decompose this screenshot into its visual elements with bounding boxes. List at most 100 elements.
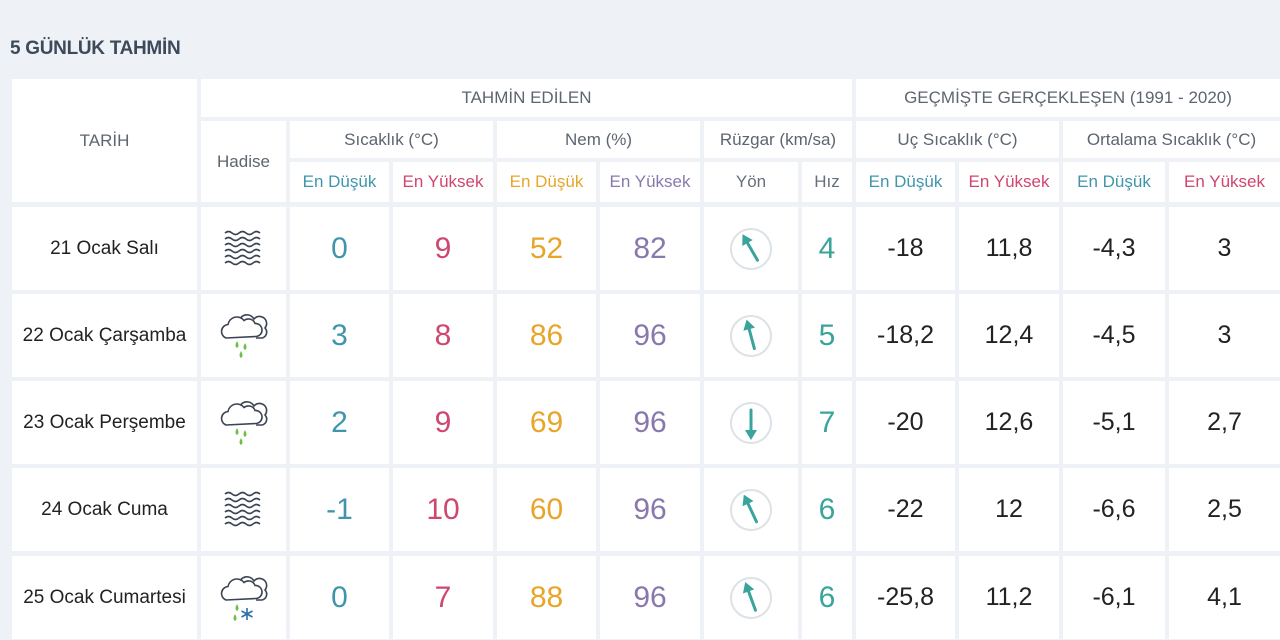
wind-direction-icon [730, 488, 772, 531]
humidity-min-cell: 69 [497, 381, 596, 464]
temp-min-cell: -1 [290, 468, 389, 551]
avg-min-value: -4,5 [1092, 321, 1136, 349]
wind-direction-icon [730, 314, 772, 357]
avg-max-value: 4,1 [1207, 583, 1242, 611]
temp-max-cell: 7 [393, 556, 493, 639]
header-ruzgar-label: Rüzgar (km/sa) [719, 129, 837, 149]
header-tarih-label: TARİH [79, 130, 130, 150]
temp-max-cell: 9 [393, 207, 493, 290]
extreme-min-cell: -22 [856, 468, 955, 551]
extreme-max-value: 11,8 [985, 234, 1033, 262]
temp-max-cell: 9 [393, 381, 493, 464]
humidity-max-cell: 96 [600, 294, 700, 377]
date-cell: 22 Ocak Çarşamba [12, 294, 197, 377]
sub-label: Hız [814, 172, 840, 191]
wind-speed-value: 6 [818, 580, 836, 614]
header-nem-en-dusuk: En Düşük [497, 162, 596, 202]
hadise-cell [201, 294, 286, 377]
date-cell: 21 Ocak Salı [12, 207, 197, 290]
header-ort-en-dusuk: En Düşük [1063, 162, 1165, 202]
humidity-min-cell: 88 [497, 556, 596, 639]
temp-max-value: 10 [426, 492, 460, 526]
header-sicaklik-en-yuksek: En Yüksek [393, 162, 493, 202]
temp-min-value: 3 [331, 318, 348, 352]
avg-min-value: -5,1 [1092, 408, 1136, 436]
fog-icon [223, 230, 261, 265]
wind-speed-value: 6 [818, 492, 836, 526]
extreme-max-value: 12,6 [984, 408, 1034, 436]
wind-direction-cell [704, 468, 798, 551]
header-sicaklik-en-dusuk: En Düşük [290, 162, 389, 202]
wind-speed-cell: 5 [802, 294, 852, 377]
sub-label: En Yüksek [402, 172, 484, 191]
wind-speed-value: 4 [818, 231, 836, 265]
sub-label: En Yüksek [1184, 172, 1265, 191]
extreme-max-value: 11,2 [985, 583, 1033, 611]
extreme-min-value: -18,2 [877, 321, 934, 349]
avg-min-value: -6,1 [1092, 583, 1136, 611]
cloud-rain-snow-icon [220, 575, 267, 621]
fog-icon [223, 491, 261, 526]
wind-direction-icon [730, 227, 772, 270]
header-gecmiste-label: GEÇMİŞTE GERÇEKLEŞEN (1991 - 2020) [904, 88, 1232, 107]
header-hiz: Hız [802, 162, 852, 202]
avg-max-cell: 4,1 [1169, 556, 1280, 639]
temp-max-value: 7 [434, 580, 452, 614]
sub-label: En Düşük [302, 172, 377, 191]
header-uc-sicaklik: Uç Sıcaklık (°C) [856, 121, 1059, 158]
sub-label: En Düşük [509, 172, 584, 191]
date-cell: 23 Ocak Perşembe [12, 381, 197, 464]
avg-max-cell: 3 [1169, 294, 1280, 377]
extreme-max-cell: 12,6 [959, 381, 1059, 464]
extreme-min-value: -18 [887, 234, 924, 262]
temp-max-value: 8 [434, 318, 452, 352]
cloud-rain-icon [220, 313, 267, 358]
extreme-max-cell: 12 [959, 468, 1059, 551]
wind-speed-cell: 6 [802, 468, 852, 551]
extreme-min-cell: -18 [856, 207, 955, 290]
sub-label: Yön [735, 172, 767, 191]
wind-direction-icon [730, 401, 772, 444]
avg-min-cell: -4,3 [1063, 207, 1165, 290]
extreme-max-cell: 11,2 [959, 556, 1059, 639]
wind-direction-cell [704, 381, 798, 464]
header-hadise-label: Hadise [217, 151, 270, 171]
avg-max-value: 3 [1217, 321, 1232, 349]
temp-max-cell: 10 [393, 468, 493, 551]
avg-min-value: -6,6 [1092, 495, 1136, 523]
sub-label: En Yüksek [609, 172, 691, 191]
humidity-max-value: 96 [633, 492, 667, 526]
extreme-min-cell: -25,8 [856, 556, 955, 639]
header-tahmin-edilen: TAHMİN EDİLEN [201, 79, 852, 117]
humidity-min-cell: 60 [497, 468, 596, 551]
humidity-max-cell: 82 [600, 207, 700, 290]
hadise-cell [201, 468, 286, 551]
date-value: 22 Ocak Çarşamba [22, 324, 187, 346]
date-cell: 24 Ocak Cuma [12, 468, 197, 551]
wind-speed-value: 5 [818, 318, 836, 352]
humidity-min-cell: 52 [497, 207, 596, 290]
header-hadise: Hadise [201, 121, 286, 202]
avg-max-value: 3 [1217, 234, 1232, 262]
humidity-min-value: 88 [529, 580, 564, 614]
temp-min-value: 0 [331, 580, 348, 614]
hadise-cell [201, 207, 286, 290]
extreme-max-value: 12 [995, 495, 1023, 523]
avg-min-value: -4,3 [1092, 234, 1136, 262]
hadise-cell [201, 556, 286, 639]
avg-min-cell: -5,1 [1063, 381, 1165, 464]
header-yon: Yön [704, 162, 798, 202]
wind-speed-value: 7 [818, 405, 836, 439]
temp-min-value: 0 [331, 231, 348, 265]
sub-label: En Düşük [1077, 172, 1151, 191]
wind-direction-cell [704, 207, 798, 290]
humidity-min-cell: 86 [497, 294, 596, 377]
avg-max-cell: 3 [1169, 207, 1280, 290]
avg-max-value: 2,7 [1207, 408, 1242, 436]
wind-direction-icon [730, 576, 772, 619]
avg-max-cell: 2,7 [1169, 381, 1280, 464]
header-tarih: TARİH [12, 79, 197, 202]
date-value: 24 Ocak Cuma [41, 498, 168, 520]
header-nem: Nem (%) [497, 121, 700, 158]
temp-min-value: -1 [326, 492, 353, 526]
